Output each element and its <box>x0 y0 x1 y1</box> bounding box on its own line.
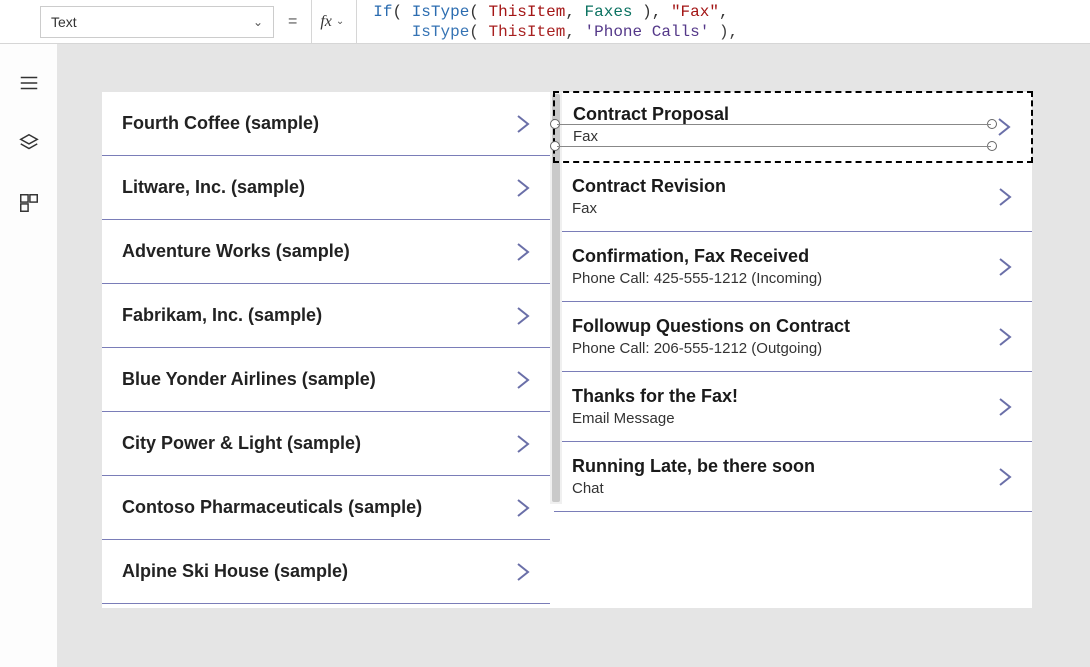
chevron-right-icon[interactable] <box>996 185 1014 209</box>
chevron-right-icon[interactable] <box>996 255 1014 279</box>
chevron-right-icon[interactable] <box>514 560 532 584</box>
fx-button[interactable]: fx ⌄ <box>311 0 357 43</box>
item-subtitle: Email Message <box>572 408 996 430</box>
list-item-title: Blue Yonder Airlines (sample) <box>122 369 376 390</box>
left-rail <box>0 44 58 667</box>
chevron-right-icon[interactable] <box>514 368 532 392</box>
chevron-down-icon: ⌄ <box>253 15 263 29</box>
chevron-right-icon[interactable] <box>514 496 532 520</box>
list-item-selected[interactable]: Contract ProposalFax <box>553 91 1033 163</box>
item-title: Followup Questions on Contract <box>572 314 996 338</box>
list-item[interactable]: Alpine Ski House (sample) <box>102 540 550 604</box>
fx-icon: fx <box>320 13 332 31</box>
item-title: Contract Revision <box>572 174 996 198</box>
item-subtitle: Fax <box>572 198 996 220</box>
item-title: Contract Proposal <box>573 102 995 126</box>
main-area: Fourth Coffee (sample) Litware, Inc. (sam… <box>0 44 1090 667</box>
list-item-title: Contoso Pharmaceuticals (sample) <box>122 497 422 518</box>
components-icon[interactable] <box>18 192 40 214</box>
list-item[interactable]: Running Late, be there soonChat <box>554 442 1032 512</box>
list-item-title: Fourth Coffee (sample) <box>122 113 319 134</box>
property-dropdown[interactable]: Text ⌄ <box>40 6 274 38</box>
chevron-right-icon[interactable] <box>514 240 532 264</box>
list-item-title: Adventure Works (sample) <box>122 241 350 262</box>
chevron-right-icon[interactable] <box>514 432 532 456</box>
property-value: Text <box>51 14 77 30</box>
selection-line <box>557 124 991 125</box>
list-item[interactable]: Fourth Coffee (sample) <box>102 92 550 156</box>
item-subtitle: Fax <box>573 126 995 148</box>
equals-sign: = <box>288 13 297 31</box>
list-item-title: Litware, Inc. (sample) <box>122 177 305 198</box>
list-item[interactable]: Contoso Pharmaceuticals (sample) <box>102 476 550 540</box>
list-item-title: Fabrikam, Inc. (sample) <box>122 305 322 326</box>
formula-editor[interactable]: If( IsType( ThisItem, Faxes ), "Fax", Is… <box>357 2 738 42</box>
list-item[interactable]: Contract RevisionFax <box>554 162 1032 232</box>
activities-gallery: Contract ProposalFaxContract RevisionFax… <box>554 92 1032 608</box>
list-item-title: Alpine Ski House (sample) <box>122 561 348 582</box>
layers-icon[interactable] <box>18 132 40 154</box>
item-subtitle: Chat <box>572 478 996 500</box>
chevron-right-icon[interactable] <box>514 176 532 200</box>
item-title: Thanks for the Fax! <box>572 384 996 408</box>
item-title: Running Late, be there soon <box>572 454 996 478</box>
list-item[interactable]: Blue Yonder Airlines (sample) <box>102 348 550 412</box>
chevron-right-icon[interactable] <box>995 115 1013 139</box>
chevron-right-icon[interactable] <box>514 304 532 328</box>
list-item-title: City Power & Light (sample) <box>122 433 361 454</box>
list-item[interactable]: Followup Questions on ContractPhone Call… <box>554 302 1032 372</box>
hamburger-icon[interactable] <box>18 72 40 94</box>
chevron-right-icon[interactable] <box>996 465 1014 489</box>
chevron-right-icon[interactable] <box>514 112 532 136</box>
canvas-area[interactable]: Fourth Coffee (sample) Litware, Inc. (sam… <box>58 44 1090 667</box>
item-title: Confirmation, Fax Received <box>572 244 996 268</box>
item-subtitle: Phone Call: 206-555-1212 (Outgoing) <box>572 338 996 360</box>
chevron-down-icon: ⌄ <box>336 16 344 27</box>
list-item[interactable]: Adventure Works (sample) <box>102 220 550 284</box>
list-item[interactable]: City Power & Light (sample) <box>102 412 550 476</box>
formula-bar: Text ⌄ = fx ⌄ If( IsType( ThisItem, Faxe… <box>0 0 1090 44</box>
accounts-gallery: Fourth Coffee (sample) Litware, Inc. (sam… <box>102 92 550 608</box>
list-item[interactable]: Confirmation, Fax ReceivedPhone Call: 42… <box>554 232 1032 302</box>
list-item[interactable]: Litware, Inc. (sample) <box>102 156 550 220</box>
selection-line <box>557 146 991 147</box>
list-item[interactable]: Thanks for the Fax!Email Message <box>554 372 1032 442</box>
list-item[interactable]: Fabrikam, Inc. (sample) <box>102 284 550 348</box>
item-subtitle: Phone Call: 425-555-1212 (Incoming) <box>572 268 996 290</box>
app-canvas: Fourth Coffee (sample) Litware, Inc. (sam… <box>102 92 1032 608</box>
chevron-right-icon[interactable] <box>996 325 1014 349</box>
chevron-right-icon[interactable] <box>996 395 1014 419</box>
